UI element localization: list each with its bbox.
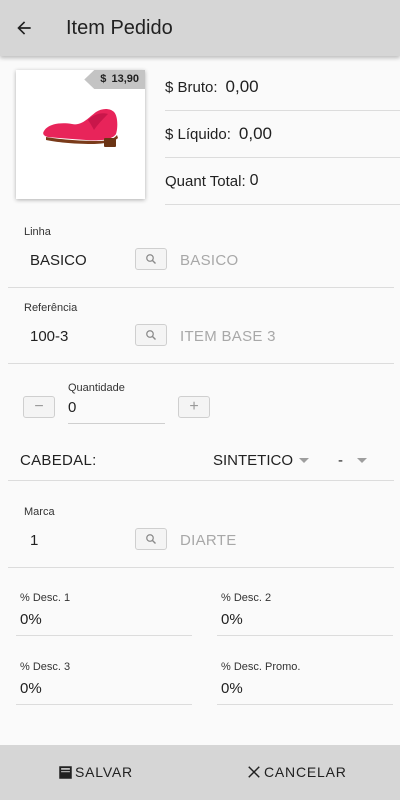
desc-promo-value: 0% [221,680,243,697]
linha-description: BASICO [180,252,239,269]
search-icon [146,254,156,264]
linha-label: Linha [24,226,51,238]
search-icon [146,330,156,340]
quantity-label: Quantidade [68,382,125,394]
red-sandal-image [43,109,118,147]
quant-total-value: 0 [249,172,259,189]
product-image-card[interactable]: $ 13,90 [16,70,145,199]
page-title: Item Pedido [66,16,173,39]
bottom-action-bar: SALVAR CANCELAR [0,745,400,800]
liquido-row: $ Líquido: 0,00 [165,111,400,158]
price-currency: $ [100,73,107,85]
referencia-label: Referência [24,302,78,314]
arrow-left-icon [17,21,31,35]
quant-total-row: Quant Total: 0 [165,158,400,205]
desc3-label: % Desc. 3 [20,661,71,673]
cabedal-color-value: - [338,452,343,469]
price-value: 13,90 [111,73,139,85]
cabedal-color-select[interactable]: - [338,452,367,469]
search-icon [146,534,156,544]
cabedal-label: CABEDAL: [20,452,97,469]
liquido-label: $ Líquido: [165,125,231,143]
linha-search-button[interactable] [135,248,167,270]
bruto-value: 0,00 [225,77,259,96]
referencia-search-button[interactable] [135,324,167,346]
desc2-field[interactable]: % Desc. 2 0% [217,586,393,636]
marca-search-button[interactable] [135,528,167,550]
marca-input[interactable]: 1 [30,532,38,549]
quantity-underline [68,423,165,424]
liquido-value: 0,00 [238,124,272,143]
referencia-description: ITEM BASE 3 [180,328,276,345]
cabedal-row: CABEDAL: SINTETICO - [8,440,394,481]
minus-icon: − [34,398,44,415]
desc-promo-field[interactable]: % Desc. Promo. 0% [217,655,393,705]
increment-button[interactable]: + [178,396,210,418]
back-button[interactable] [0,0,48,56]
cancel-button[interactable]: CANCELAR [247,764,347,780]
save-label: SALVAR [75,764,133,780]
cabedal-material-value: SINTETICO [213,452,294,469]
save-button[interactable]: SALVAR [58,764,133,780]
linha-field: Linha BASICO BASICO [8,212,394,288]
plus-icon: + [189,398,199,415]
chevron-down-icon [299,458,310,463]
desc2-label: % Desc. 2 [221,592,272,604]
marca-description: DIARTE [180,532,237,549]
bruto-label: $ Bruto: [165,78,218,96]
desc1-label: % Desc. 1 [20,592,71,604]
decrement-button[interactable]: − [23,396,55,418]
desc1-value: 0% [20,611,42,628]
desc1-field[interactable]: % Desc. 1 0% [16,586,192,636]
desc-promo-label: % Desc. Promo. [221,661,301,673]
desc3-field[interactable]: % Desc. 3 0% [16,655,192,705]
close-icon [248,766,260,778]
chevron-down-icon [357,458,367,463]
quantity-stepper: − Quantidade 0 + [0,376,400,432]
quant-total-label: Quant Total: [165,172,246,190]
marca-label: Marca [24,506,55,518]
referencia-field: Referência 100-3 ITEM BASE 3 [8,288,394,364]
cancel-label: CANCELAR [264,764,347,780]
price-tag: $ 13,90 [84,70,145,89]
desc2-value: 0% [221,611,243,628]
referencia-input[interactable]: 100-3 [30,328,68,345]
order-summary: $ Bruto: 0,00 $ Líquido: 0,00 Quant Tota… [165,64,400,205]
app-bar: Item Pedido [0,0,400,56]
quantity-input[interactable]: 0 [68,399,76,416]
marca-field: Marca 1 DIARTE [8,492,394,568]
save-icon [59,765,72,779]
bruto-row: $ Bruto: 0,00 [165,64,400,111]
desc3-value: 0% [20,680,42,697]
linha-input[interactable]: BASICO [30,252,87,269]
cabedal-material-select[interactable]: SINTETICO [213,452,310,469]
